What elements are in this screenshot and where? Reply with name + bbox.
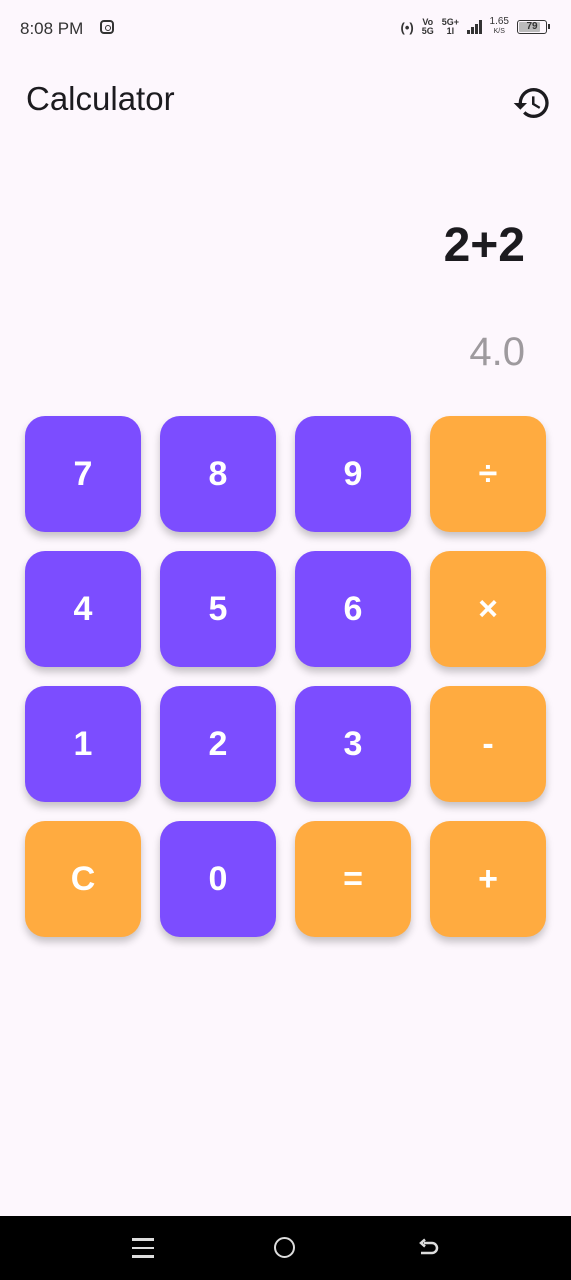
- key-3-button[interactable]: 3: [295, 686, 411, 802]
- back-icon[interactable]: [416, 1236, 440, 1260]
- network-indicator: Vo 5G: [422, 18, 434, 36]
- hotspot-icon: (•): [400, 19, 414, 35]
- menu-icon[interactable]: [132, 1238, 154, 1258]
- status-time: 8:08 PM: [20, 19, 84, 38]
- key-5-button[interactable]: 5: [160, 551, 276, 667]
- status-indicators: (•) Vo 5G 5G+ 1l 1.65 K/S 79: [400, 17, 550, 37]
- history-icon: [513, 88, 549, 119]
- key-minus-button[interactable]: -: [430, 686, 546, 802]
- battery-level: 79: [526, 21, 538, 32]
- key-0-button[interactable]: 0: [160, 821, 276, 937]
- speed-unit: K/S: [493, 28, 505, 35]
- network2-bottom-label: 1l: [446, 26, 455, 36]
- speed-value: 1.65: [489, 16, 509, 27]
- battery-icon: 79: [517, 20, 550, 34]
- keypad: 7 8 9 ÷ 4 5 6 × 1 2 3- C 0 = +: [25, 416, 546, 937]
- network-bottom-label: 5G: [421, 26, 434, 36]
- result-display: 4.0: [469, 330, 525, 374]
- key-7-button[interactable]: 7: [25, 416, 141, 532]
- key-9-button[interactable]: 9: [295, 416, 411, 532]
- network-speed: 1.65 K/S: [490, 17, 509, 37]
- key-clear-button[interactable]: C: [25, 821, 141, 937]
- navigation-bar: [0, 1216, 571, 1280]
- key-plus-button[interactable]: +: [430, 821, 546, 937]
- signal-icon: [467, 20, 482, 34]
- app-title: Calculator: [26, 80, 175, 117]
- network2-indicator: 5G+ 1l: [442, 18, 459, 36]
- instagram-icon: [100, 20, 114, 34]
- key-4-button[interactable]: 4: [25, 551, 141, 667]
- status-bar: 8:08 PM (•) Vo 5G 5G+ 1l 1.65 K/S 79: [0, 0, 571, 58]
- key-2-button[interactable]: 2: [160, 686, 276, 802]
- key-divide-button[interactable]: ÷: [430, 416, 546, 532]
- key-equals-button[interactable]: =: [295, 821, 411, 937]
- expression-display: 2+2: [443, 219, 525, 272]
- home-icon[interactable]: [274, 1237, 295, 1258]
- key-1-button[interactable]: 1: [25, 686, 141, 802]
- key-8-button[interactable]: 8: [160, 416, 276, 532]
- key-6-button[interactable]: 6: [295, 551, 411, 667]
- key-multiply-button[interactable]: ×: [430, 551, 546, 667]
- history-button[interactable]: [512, 83, 552, 123]
